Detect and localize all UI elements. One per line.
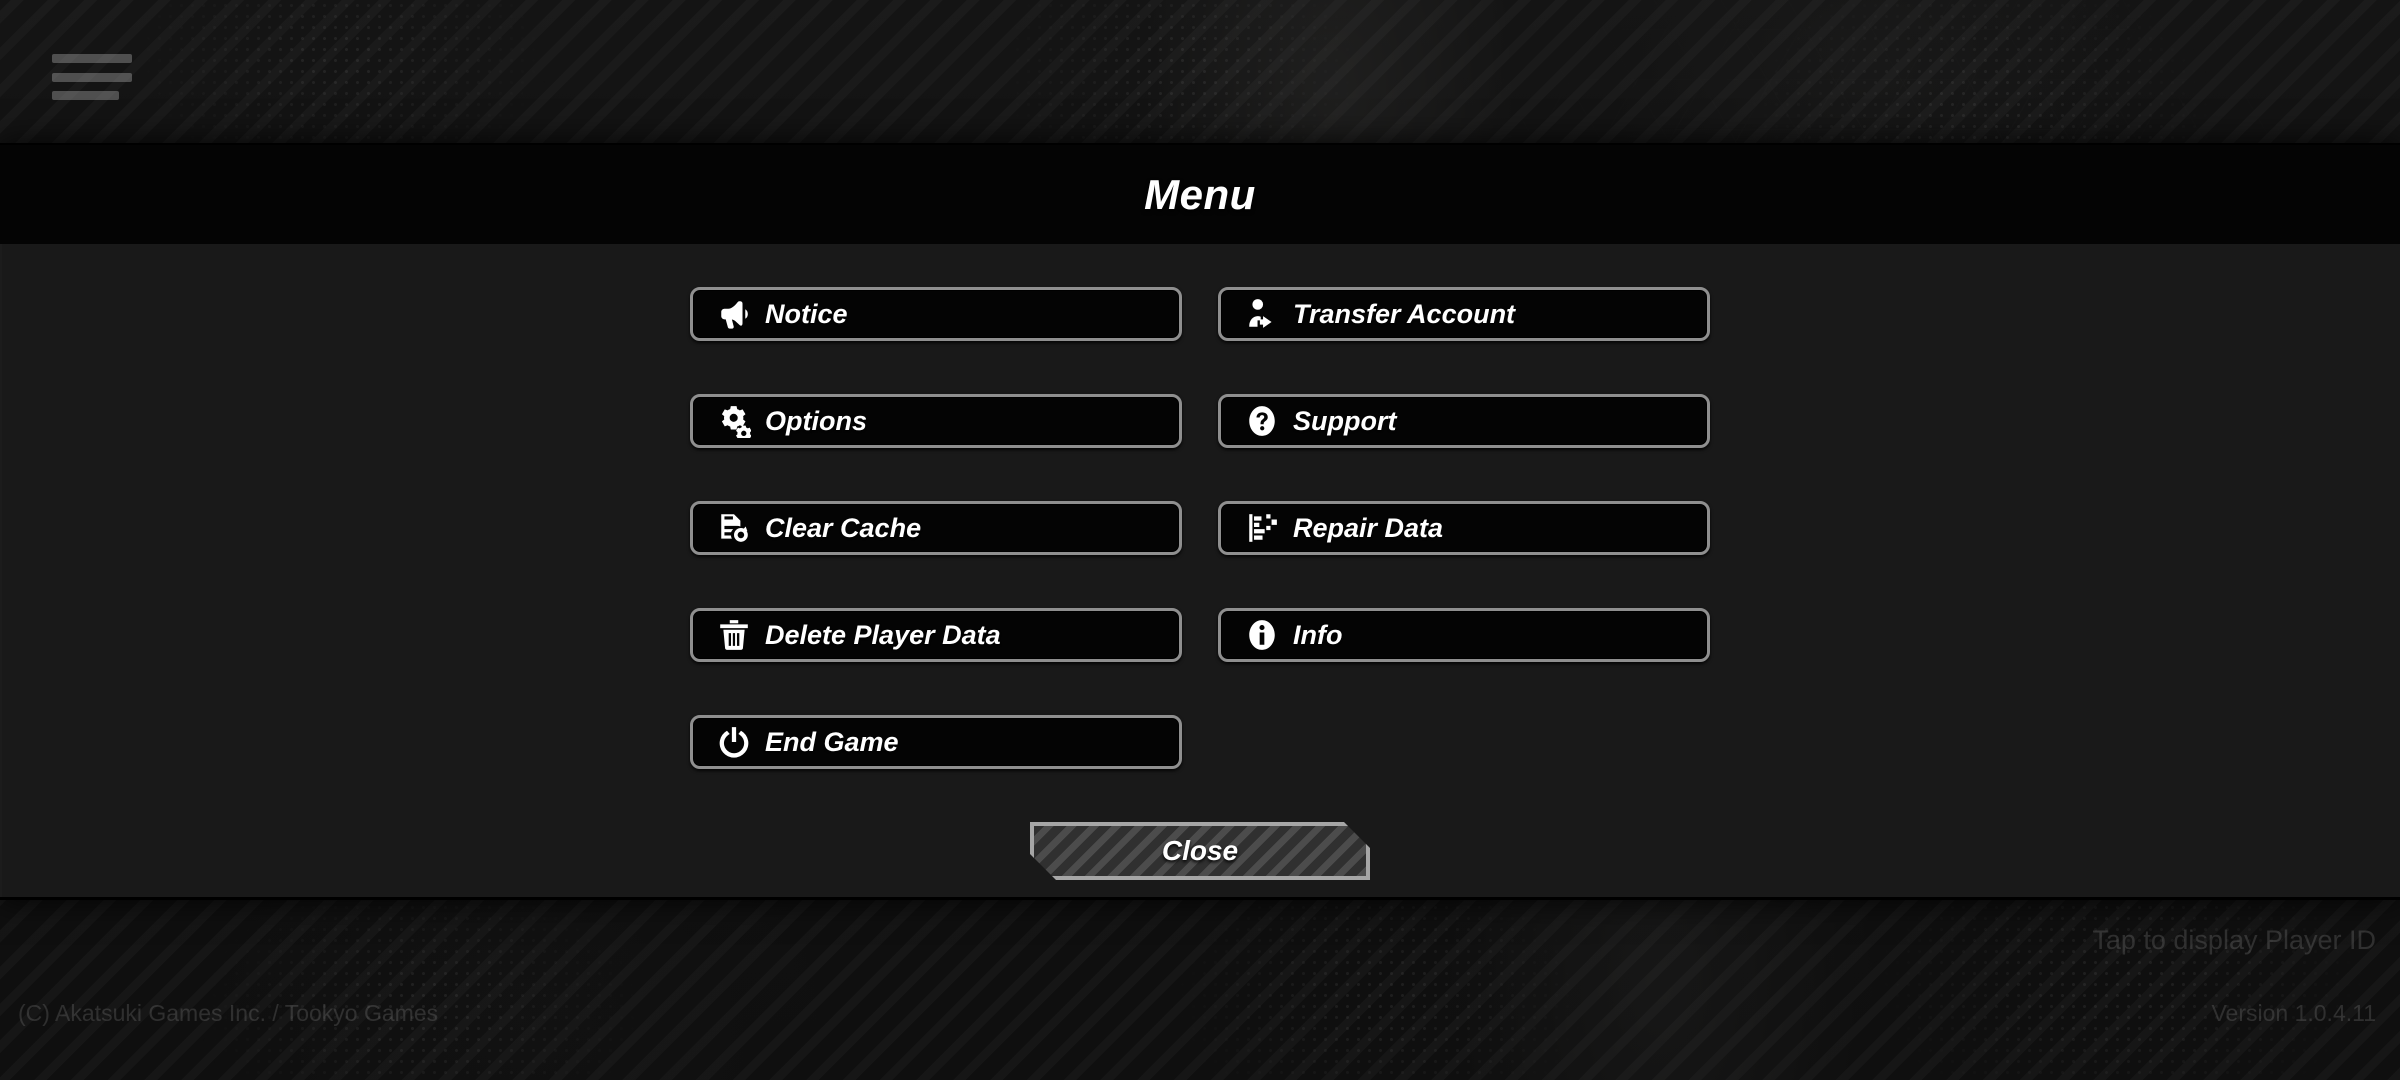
menu-button-support[interactable]: Support <box>1218 394 1710 448</box>
menu-panel: Menu Notice Transfer Account Options Sup… <box>0 143 2400 900</box>
menu-row: Options Support <box>690 394 1710 448</box>
trash-can-icon <box>713 614 755 656</box>
menu-button-delete-player-data[interactable]: Delete Player Data <box>690 608 1182 662</box>
hamburger-menu-icon[interactable] <box>50 48 134 106</box>
document-refresh-icon <box>713 507 755 549</box>
data-repair-icon <box>1241 507 1283 549</box>
menu-button-end-game[interactable]: End Game <box>690 715 1182 769</box>
menu-button-notice[interactable]: Notice <box>690 287 1182 341</box>
menu-button-transfer-account[interactable]: Transfer Account <box>1218 287 1710 341</box>
menu-button-label: End Game <box>765 726 899 757</box>
menu-row: Notice Transfer Account <box>690 287 1710 341</box>
page-title: Menu <box>1144 170 1256 218</box>
menu-button-label: Support <box>1293 405 1397 436</box>
menu-button-label: Transfer Account <box>1293 298 1516 329</box>
menu-button-repair-data[interactable]: Repair Data <box>1218 501 1710 555</box>
info-circle-icon <box>1241 614 1283 656</box>
megaphone-icon <box>713 293 755 335</box>
player-id-hint[interactable]: Tap to display Player ID <box>2092 925 2376 956</box>
menu-button-grid: Notice Transfer Account Options Support … <box>690 244 1710 880</box>
grid-spacer <box>1218 715 1710 769</box>
menu-button-label: Options <box>765 405 867 436</box>
close-button[interactable]: Close <box>1030 822 1370 880</box>
menu-button-label: Info <box>1293 619 1343 650</box>
power-icon <box>713 721 755 763</box>
menu-button-label: Clear Cache <box>765 512 922 543</box>
question-mark-circle-icon <box>1241 400 1283 442</box>
menu-button-label: Repair Data <box>1293 512 1444 543</box>
menu-button-options[interactable]: Options <box>690 394 1182 448</box>
menu-button-clear-cache[interactable]: Clear Cache <box>690 501 1182 555</box>
menu-button-label: Delete Player Data <box>765 619 1001 650</box>
hamburger-bar <box>52 91 120 100</box>
game-screen: Tap to display Player ID (C) Akatsuki Ga… <box>0 0 2400 1080</box>
hamburger-bar <box>52 54 132 63</box>
panel-header: Menu <box>0 145 2400 244</box>
version-label: Version 1.0.4.11 <box>2211 1000 2376 1026</box>
close-button-label: Close <box>1161 835 1239 866</box>
account-transfer-icon <box>1241 293 1283 335</box>
close-button-row: Close <box>690 822 1710 880</box>
menu-row: End Game <box>690 715 1710 769</box>
gear-icon <box>713 400 755 442</box>
copyright-label: (C) Akatsuki Games Inc. / Tookyo Games <box>18 1000 439 1026</box>
menu-row: Clear Cache Repair Data <box>690 501 1710 555</box>
menu-button-label: Notice <box>765 298 848 329</box>
menu-button-info[interactable]: Info <box>1218 608 1710 662</box>
hamburger-bar <box>52 72 132 82</box>
menu-row: Delete Player Data Info <box>690 608 1710 662</box>
